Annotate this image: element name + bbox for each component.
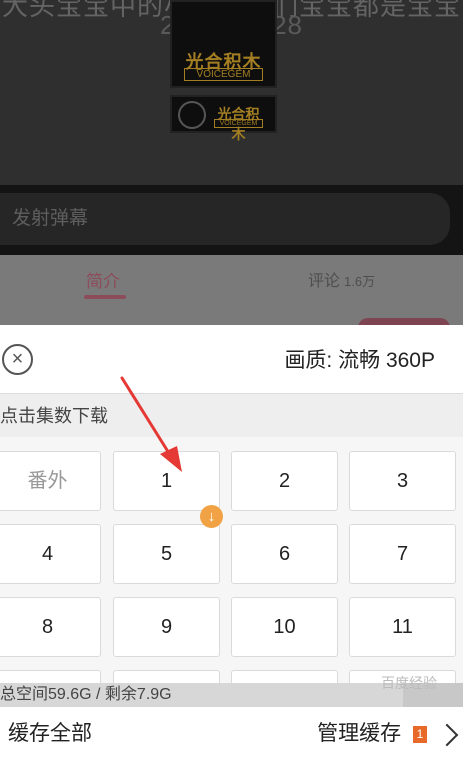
episode-button-9[interactable]: 9 bbox=[113, 597, 220, 657]
episode-button-extra[interactable]: 番外 bbox=[0, 451, 101, 511]
episode-button-8[interactable]: 8 bbox=[0, 597, 101, 657]
manage-cache-label: 管理缓存 bbox=[317, 722, 402, 745]
download-sheet: × 画质: 流畅 360P 点击集数下载 番外 1 2 3 4 5 6 7 8 … bbox=[0, 325, 463, 757]
episode-button-3[interactable]: 3 bbox=[349, 451, 456, 511]
danmaku-input[interactable]: 发射弹幕 bbox=[0, 193, 450, 245]
cache-all-button[interactable]: 缓存全部 bbox=[8, 717, 92, 747]
episode-button-5[interactable]: 5 bbox=[113, 524, 220, 584]
video-dim-overlay bbox=[0, 0, 463, 185]
tab-comment[interactable]: 评论 1.6万 bbox=[308, 267, 375, 291]
episode-button-1[interactable]: 1 bbox=[113, 451, 220, 511]
watermark: 百度经验 bbox=[381, 675, 437, 691]
sheet-footer: 缓存全部 管理缓存 1 bbox=[0, 707, 463, 757]
tab-comment-count: 1.6万 bbox=[344, 274, 376, 289]
manage-cache-count-badge: 1 bbox=[413, 726, 427, 743]
quality-selector[interactable]: 画质: 流畅 360P bbox=[284, 344, 435, 374]
download-hint: 点击集数下载 bbox=[0, 393, 463, 437]
detail-tabs: 简介 评论 1.6万 bbox=[0, 255, 463, 332]
episode-grid: 番外 1 2 3 4 5 6 7 8 9 10 11 ↓ bbox=[0, 437, 463, 687]
episode-button-6[interactable]: 6 bbox=[231, 524, 338, 584]
episode-button-4[interactable]: 4 bbox=[0, 524, 101, 584]
tab-intro[interactable]: 简介 bbox=[86, 267, 120, 292]
danmaku-bar: 发射弹幕 bbox=[0, 185, 463, 255]
episode-button-2[interactable]: 2 bbox=[231, 451, 338, 511]
storage-text: 总空间59.6G / 剩余7.9G bbox=[0, 686, 172, 703]
tab-comment-label: 评论 bbox=[308, 273, 341, 290]
tab-intro-underline bbox=[84, 295, 126, 299]
sheet-header: × 画质: 流畅 360P bbox=[0, 325, 463, 393]
episode-button-10[interactable]: 10 bbox=[231, 597, 338, 657]
video-player[interactable]: 大头宝宝中的小米宝宝们宝宝都是宝宝 2018-06-28 光合积木 VOICEG… bbox=[0, 0, 463, 185]
close-icon[interactable]: × bbox=[2, 344, 33, 375]
chevron-right-icon[interactable] bbox=[435, 723, 459, 747]
episode-button-7[interactable]: 7 bbox=[349, 524, 456, 584]
episode-button-11[interactable]: 11 bbox=[349, 597, 456, 657]
download-status-icon: ↓ bbox=[200, 505, 223, 528]
